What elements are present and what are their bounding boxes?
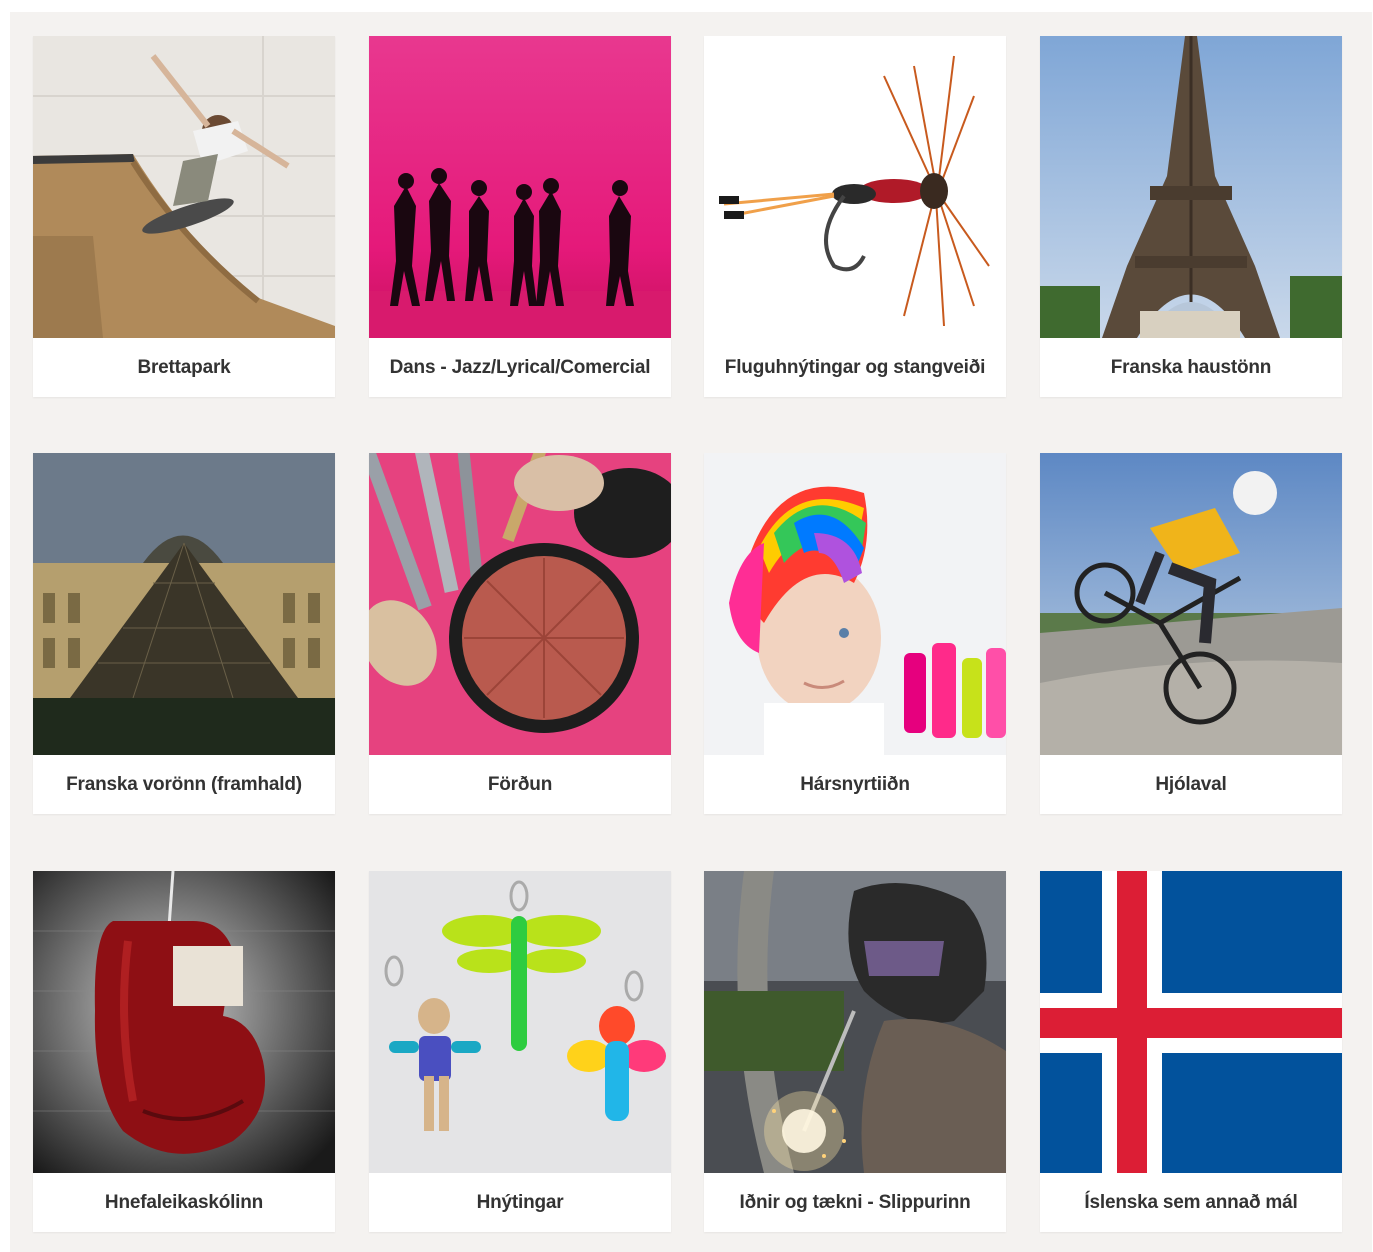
course-title[interactable]: Dans - Jazz/Lyrical/Comercial: [369, 338, 671, 397]
course-title[interactable]: Hnefaleikaskólinn: [33, 1173, 335, 1232]
course-card-fordun[interactable]: Förðun: [369, 453, 671, 814]
course-card-hnytingar[interactable]: Hnýtingar: [369, 871, 671, 1232]
paracord-keychains-photo[interactable]: [369, 871, 671, 1173]
eiffel-tower-photo[interactable]: [1040, 36, 1342, 338]
course-title[interactable]: Förðun: [369, 755, 671, 814]
course-card-dans[interactable]: Dans - Jazz/Lyrical/Comercial: [369, 36, 671, 397]
course-card-franska-vor[interactable]: Franska vorönn (framhald): [33, 453, 335, 814]
course-card-idnir-taekni[interactable]: Iðnir og tækni - Slippurinn: [704, 871, 1006, 1232]
bmx-rider-photo[interactable]: [1040, 453, 1342, 755]
course-title[interactable]: Franska haustönn: [1040, 338, 1342, 397]
course-title[interactable]: Hársnyrtiiðn: [704, 755, 1006, 814]
boxing-glove-photo[interactable]: [33, 871, 335, 1173]
rainbow-hair-photo[interactable]: [704, 453, 1006, 755]
course-card-hnefaleikaskolinn[interactable]: Hnefaleikaskólinn: [33, 871, 335, 1232]
course-title[interactable]: Fluguhnýtingar og stangveiði: [704, 338, 1006, 397]
welder-photo[interactable]: [704, 871, 1006, 1173]
course-title[interactable]: Iðnir og tækni - Slippurinn: [704, 1173, 1006, 1232]
course-title[interactable]: Hnýtingar: [369, 1173, 671, 1232]
course-card-harsnyrtiidn[interactable]: Hársnyrtiiðn: [704, 453, 1006, 814]
louvre-pyramid-photo[interactable]: [33, 453, 335, 755]
skateboard-ramp-photo[interactable]: [33, 36, 335, 338]
course-title[interactable]: Brettapark: [33, 338, 335, 397]
course-card-islenska[interactable]: Íslenska sem annað mál: [1040, 871, 1342, 1232]
dancers-silhouette-photo[interactable]: [369, 36, 671, 338]
course-card-brettapark[interactable]: Brettapark: [33, 36, 335, 397]
makeup-brushes-photo[interactable]: [369, 453, 671, 755]
course-title[interactable]: Franska vorönn (framhald): [33, 755, 335, 814]
course-card-hjolaval[interactable]: Hjólaval: [1040, 453, 1342, 814]
course-card-fluguhnytingar[interactable]: Fluguhnýtingar og stangveiði: [704, 36, 1006, 397]
course-title[interactable]: Hjólaval: [1040, 755, 1342, 814]
course-card-franska-haust[interactable]: Franska haustönn: [1040, 36, 1342, 397]
fishing-fly-photo[interactable]: [704, 36, 1006, 338]
course-title[interactable]: Íslenska sem annað mál: [1040, 1173, 1342, 1232]
iceland-flag[interactable]: [1040, 871, 1342, 1173]
